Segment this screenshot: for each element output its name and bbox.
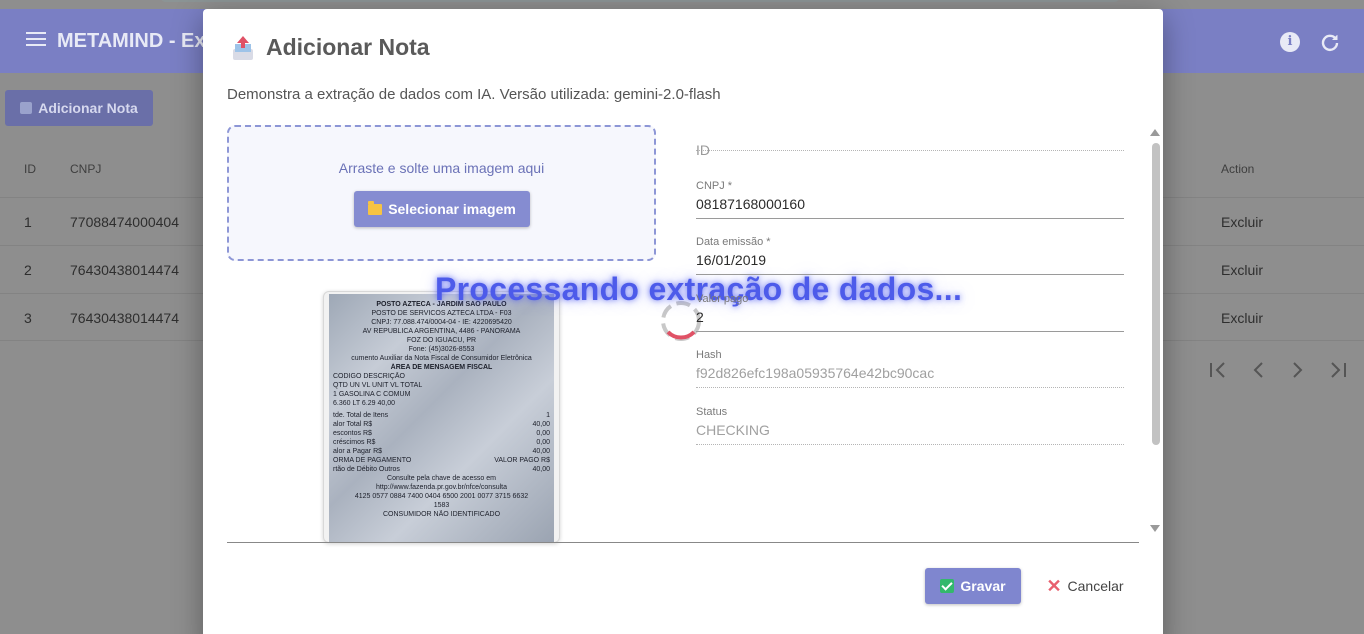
- dialog-title-text: Adicionar Nota: [266, 34, 430, 60]
- info-icon[interactable]: i: [1280, 32, 1300, 52]
- row-id: 2: [24, 262, 32, 278]
- cancel-button[interactable]: ✕ Cancelar: [1037, 568, 1133, 604]
- row-id: 1: [24, 214, 32, 230]
- browser-top-strip: [0, 0, 1364, 9]
- receipt-footer-line: CONSUMIDOR NÃO IDENTIFICADO: [382, 511, 501, 518]
- add-note-label: Adicionar Nota: [38, 100, 138, 116]
- add-note-button[interactable]: Adicionar Nota: [5, 90, 153, 126]
- select-image-button[interactable]: Selecionar imagem: [354, 191, 530, 227]
- header-id: ID: [24, 162, 36, 176]
- receipt-preview: POSTO AZTECA - JARDIM SAO PAULO POSTO DE …: [323, 291, 560, 543]
- scroll-down-arrow-icon[interactable]: [1150, 525, 1160, 532]
- add-note-dialog: Adicionar Nota Demonstra a extração de d…: [203, 9, 1163, 634]
- issue-date-value[interactable]: 16/01/2019: [696, 252, 1124, 274]
- receipt-footer-line: http://www.fazenda.pr.gov.br/nfce/consul…: [375, 484, 507, 491]
- prev-page-icon[interactable]: [1248, 358, 1268, 382]
- receipt-total-row: alor a Pagar R$ 40,00: [333, 448, 550, 455]
- dropzone-hint: Arraste e solte uma imagem aqui: [338, 160, 545, 176]
- first-page-icon[interactable]: [1208, 358, 1228, 382]
- cnpj-label: CNPJ *: [696, 180, 733, 192]
- image-dropzone[interactable]: Arraste e solte uma imagem aqui Selecion…: [227, 125, 656, 261]
- close-icon: ✕: [1046, 576, 1062, 596]
- dialog-subtitle: Demonstra a extração de dados com IA. Ve…: [227, 86, 721, 103]
- row-cnpj: 77088474000404: [70, 214, 180, 230]
- receipt-line: ÁREA DE MENSAGEM FISCAL: [390, 364, 493, 371]
- save-button[interactable]: Gravar: [925, 568, 1021, 604]
- status-label: Status: [696, 406, 728, 418]
- last-page-icon[interactable]: [1328, 358, 1348, 382]
- receipt-line: QTD UN VL UNIT VL TOTAL: [333, 382, 423, 389]
- receipt-footer-line: Consulte pela chave de acesso em: [387, 475, 496, 482]
- receipt-line: Fone: (45)3026-8553: [408, 346, 475, 353]
- receipt-total-row: tde. Total de Itens 1: [333, 412, 550, 419]
- receipt-line: POSTO DE SERVICOS AZTECA LTDA - F03: [371, 310, 512, 317]
- receipt-line: 1 GASOLINA C COMUM: [333, 391, 411, 398]
- receipt-total-row: escontos R$ 0,00: [333, 430, 550, 437]
- delete-link[interactable]: Excluir: [1221, 294, 1263, 342]
- save-label: Gravar: [960, 578, 1006, 594]
- issue-date-label: Data emissão *: [696, 236, 771, 248]
- receipt-line: FOZ DO IGUACU, PR: [406, 337, 477, 344]
- receipt-footer-line: 1583: [433, 502, 450, 509]
- scrollbar-thumb[interactable]: [1152, 143, 1160, 445]
- status-field: Status CHECKING: [696, 406, 1124, 445]
- app-title: METAMIND - Ext: [57, 30, 213, 52]
- id-placeholder: ID: [696, 142, 710, 158]
- scroll-up-arrow-icon[interactable]: [1150, 129, 1160, 136]
- receipt-total-row: alor Total R$ 40,00: [333, 421, 550, 428]
- issue-date-field[interactable]: Data emissão * 16/01/2019: [696, 236, 1124, 275]
- row-id: 3: [24, 310, 32, 326]
- cnpj-value[interactable]: 08187168000160: [696, 196, 1124, 218]
- receipt-image: POSTO AZTECA - JARDIM SAO PAULO POSTO DE …: [329, 294, 554, 542]
- receipt-total-row: ORMA DE PAGAMENTO VALOR PAGO R$: [333, 457, 550, 464]
- dialog-title: Adicionar Nota: [232, 34, 430, 61]
- id-field[interactable]: ID: [696, 124, 1124, 158]
- hash-value: f92d826efc198a05935764e42bc90cac: [696, 365, 935, 381]
- receipt-line: CNPJ: 77.088.474/0004-04 - IE: 422069542…: [371, 319, 512, 326]
- amount-paid-label: Valor pago: [696, 293, 749, 305]
- check-icon: [940, 579, 955, 593]
- cancel-label: Cancelar: [1067, 578, 1124, 594]
- address-bar: [160, 0, 1120, 2]
- dialog-divider: [227, 542, 1139, 543]
- amount-paid-field[interactable]: Valor pago 2: [696, 293, 1124, 332]
- receipt-total-row: rtão de Débito Outros 40,00: [333, 466, 550, 473]
- receipt-line: cumento Auxiliar da Nota Fiscal de Consu…: [351, 355, 532, 362]
- delete-link[interactable]: Excluir: [1221, 246, 1263, 294]
- menu-icon[interactable]: [26, 32, 46, 50]
- status-value: CHECKING: [696, 422, 770, 438]
- receipt-line: 6.360 LT 6.29 40,00: [333, 400, 396, 407]
- delete-link[interactable]: Excluir: [1221, 198, 1263, 246]
- select-image-label: Selecionar imagem: [388, 201, 516, 217]
- next-page-icon[interactable]: [1288, 358, 1308, 382]
- receipt-total-row: créscimos R$ 0,00: [333, 439, 550, 446]
- header-cnpj: CNPJ: [70, 162, 102, 176]
- add-note-icon: [20, 102, 33, 114]
- amount-paid-value[interactable]: 2: [696, 309, 1124, 331]
- upload-document-icon: [233, 35, 253, 60]
- row-cnpj: 76430438014474: [70, 262, 180, 278]
- hash-field: Hash f92d826efc198a05935764e42bc90cac: [696, 349, 1124, 388]
- header-action: Action: [1221, 162, 1255, 176]
- folder-icon: [368, 200, 383, 215]
- cnpj-field[interactable]: CNPJ * 08187168000160: [696, 180, 1124, 219]
- receipt-line: CODIGO DESCRIÇÃO: [333, 373, 405, 380]
- hash-label: Hash: [696, 349, 722, 361]
- refresh-icon[interactable]: [1320, 32, 1340, 52]
- row-cnpj: 76430438014474: [70, 310, 180, 326]
- receipt-line: AV REPUBLICA ARGENTINA, 4486 - PANORAMA: [362, 328, 521, 335]
- receipt-footer-line: 4125 0577 0884 7400 0404 6500 2001 0077 …: [354, 493, 529, 500]
